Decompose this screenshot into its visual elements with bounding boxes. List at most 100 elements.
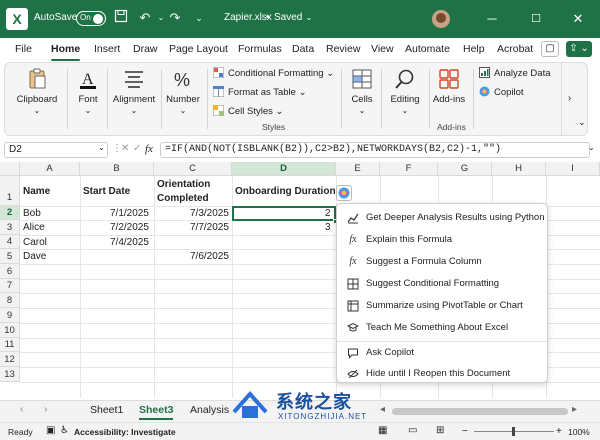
tab-home[interactable]: Home	[51, 43, 81, 61]
cell-styles-button[interactable]: Cell Styles ⌄	[213, 105, 283, 117]
cancel-formula-icon[interactable]: ✕	[121, 143, 129, 154]
menu-item-hide-until-reopen[interactable]: Hide until I Reopen this Document	[337, 364, 549, 384]
row-header-8[interactable]: 8	[0, 293, 20, 308]
row-header-11[interactable]: 11	[0, 338, 20, 352]
tab-automate[interactable]: Automate	[405, 43, 450, 55]
column-header-g[interactable]: G	[438, 162, 492, 176]
tab-insert[interactable]: Insert	[94, 43, 120, 55]
saved-dropdown-icon[interactable]: ⌄	[300, 9, 318, 27]
comments-icon[interactable]: ▢	[541, 41, 559, 57]
copilot-floating-button[interactable]	[336, 185, 352, 201]
menu-item-python-analysis[interactable]: Get Deeper Analysis Results using Python	[337, 208, 549, 228]
cell-b4[interactable]: 7/4/2025	[110, 237, 149, 248]
font-button[interactable]: A Font ⌄	[71, 67, 105, 116]
row-header-2[interactable]: 2	[0, 206, 20, 220]
clipboard-button[interactable]: Clipboard ⌄	[13, 67, 61, 116]
sheet-tab-sheet3[interactable]: Sheet3	[139, 404, 174, 420]
menu-item-summarize-pivot[interactable]: Summarize using PivotTable or Chart	[337, 296, 549, 316]
enter-formula-icon[interactable]: ✓	[133, 143, 141, 154]
menu-item-suggest-formula-column[interactable]: fx Suggest a Formula Column	[337, 252, 549, 272]
save-icon[interactable]	[112, 9, 130, 27]
close-button[interactable]: ✕	[556, 0, 600, 38]
next-sheet-icon[interactable]: ›	[44, 404, 47, 415]
cell-c2[interactable]: 7/3/2025	[190, 208, 229, 219]
name-box[interactable]: D2	[4, 142, 108, 158]
cell-a4[interactable]: Carol	[23, 237, 47, 248]
cell-b3[interactable]: 7/2/2025	[110, 222, 149, 233]
page-layout-view-icon[interactable]: ▭	[408, 425, 417, 436]
row-header-6[interactable]: 6	[0, 264, 20, 279]
sheet-tab-analysis[interactable]: Analysis	[190, 404, 229, 416]
autosave-toggle[interactable]: On	[76, 11, 106, 26]
menu-item-ask-copilot[interactable]: Ask Copilot	[337, 343, 549, 363]
accessibility-icon[interactable]: ♿	[60, 425, 69, 436]
row-header-10[interactable]: 10	[0, 323, 20, 338]
tab-view[interactable]: View	[371, 43, 394, 55]
tab-acrobat[interactable]: Acrobat	[497, 43, 533, 55]
number-button[interactable]: % Number ⌄	[163, 67, 203, 116]
select-all-corner[interactable]	[0, 162, 20, 176]
column-header-f[interactable]: F	[380, 162, 438, 176]
column-header-d[interactable]: D	[232, 162, 336, 176]
row-header-12[interactable]: 12	[0, 352, 20, 367]
copilot-button[interactable]: Copilot	[479, 86, 524, 98]
column-header-i[interactable]: I	[546, 162, 600, 176]
conditional-formatting-button[interactable]: Conditional Formatting ⌄	[213, 67, 334, 79]
tab-help[interactable]: Help	[463, 43, 485, 55]
name-box-dropdown-icon[interactable]: ⌄	[98, 143, 105, 152]
zoom-level[interactable]: 100%	[568, 427, 590, 437]
horizontal-scrollbar[interactable]	[392, 408, 568, 415]
editing-button[interactable]: Editing ⌄	[385, 67, 425, 116]
row-header-3[interactable]: 3	[0, 220, 20, 235]
tab-draw[interactable]: Draw	[133, 43, 158, 55]
cell-b2[interactable]: 7/1/2025	[110, 208, 149, 219]
customize-toolbar-icon[interactable]: ⌄	[190, 9, 208, 27]
page-break-view-icon[interactable]: ⊞	[436, 425, 444, 436]
row-header-5[interactable]: 5	[0, 249, 20, 264]
maximize-button[interactable]: ☐	[514, 0, 558, 38]
analyze-data-button[interactable]: Analyze Data	[479, 67, 551, 79]
ribbon-collapse-icon[interactable]: ⌄	[578, 117, 586, 128]
column-header-a[interactable]: A	[20, 162, 80, 176]
scroll-right-icon[interactable]: ▸	[572, 404, 577, 415]
zoom-slider-thumb[interactable]	[512, 427, 515, 436]
cell-d2[interactable]: 2	[325, 208, 331, 219]
menu-item-suggest-conditional-formatting[interactable]: Suggest Conditional Formatting	[337, 274, 549, 294]
tab-review[interactable]: Review	[326, 43, 360, 55]
column-header-c[interactable]: C	[154, 162, 232, 176]
menu-item-teach-me[interactable]: Teach Me Something About Excel	[337, 318, 549, 338]
share-button[interactable]: ⇪ ⌄	[566, 41, 592, 57]
tab-formulas[interactable]: Formulas	[238, 43, 282, 55]
tab-data[interactable]: Data	[292, 43, 314, 55]
prev-sheet-icon[interactable]: ‹	[20, 404, 23, 415]
formula-input[interactable]: =IF(AND(NOT(ISBLANK(B2)),C2>B2),NETWORKD…	[160, 142, 590, 158]
sheet-tab-sheet1[interactable]: Sheet1	[90, 404, 123, 416]
cell-c3[interactable]: 7/7/2025	[190, 222, 229, 233]
expand-formula-icon[interactable]: ⌄	[588, 143, 595, 152]
zoom-out-icon[interactable]: −	[462, 426, 468, 437]
user-avatar[interactable]	[432, 10, 450, 28]
selected-cell-d2[interactable]	[232, 206, 336, 221]
row-header-7[interactable]: 7	[0, 279, 20, 293]
zoom-in-icon[interactable]: +	[556, 426, 562, 437]
tab-page-layout[interactable]: Page Layout	[169, 43, 228, 55]
fx-icon[interactable]: fx	[145, 143, 153, 155]
alignment-button[interactable]: Alignment ⌄	[109, 67, 159, 116]
cell-a5[interactable]: Dave	[23, 251, 46, 262]
menu-item-explain-formula[interactable]: fx Explain this Formula	[337, 230, 549, 250]
row-header-9[interactable]: 9	[0, 308, 20, 323]
row-header-4[interactable]: 4	[0, 235, 20, 249]
row-header-13[interactable]: 13	[0, 367, 20, 382]
header-onboarding-duration[interactable]: Onboarding Duration	[235, 186, 336, 197]
cell-c5[interactable]: 7/6/2025	[190, 251, 229, 262]
redo-icon[interactable]: ↷	[166, 9, 184, 27]
cell-a3[interactable]: Alice	[23, 222, 45, 233]
column-header-e[interactable]: E	[336, 162, 380, 176]
column-header-b[interactable]: B	[80, 162, 154, 176]
format-as-table-button[interactable]: Format as Table ⌄	[213, 86, 307, 98]
header-start-date[interactable]: Start Date	[83, 186, 130, 197]
cell-a2[interactable]: Bob	[23, 208, 41, 219]
tab-file[interactable]: File	[15, 43, 32, 55]
minimize-button[interactable]: ─	[470, 0, 514, 38]
cell-d3[interactable]: 3	[325, 222, 331, 233]
